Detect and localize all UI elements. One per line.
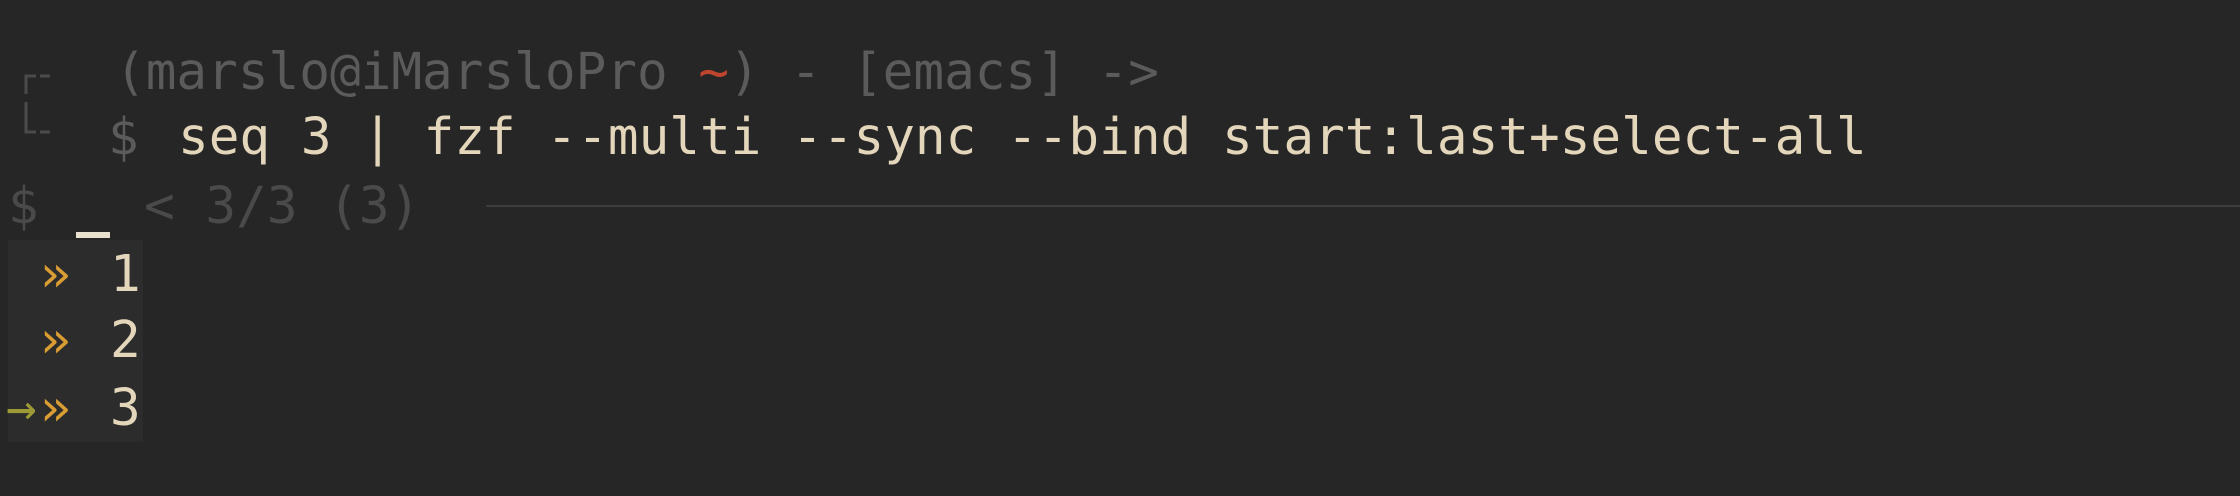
selected-marker-icon: » (40, 310, 71, 370)
prompt-host-info: (marslo@iMarsloPro ~) - [emacs] -> (115, 42, 1160, 102)
shell-command: seq 3 | fzf --multi --sync --bind start:… (178, 107, 1867, 167)
fzf-separator (486, 205, 2240, 207)
fzf-prompt-symbol: $ (8, 176, 39, 236)
selected-marker-icon: » (40, 378, 71, 438)
home-directory-symbol: ~ (698, 42, 730, 102)
terminal-window[interactable]: (marslo@iMarsloPro ~) - [emacs] -> $ seq… (0, 0, 2240, 496)
fzf-query-line[interactable]: $ < 3/3 (3) (0, 172, 2240, 240)
fzf-match-info: < 3/3 (3) (144, 176, 421, 236)
fzf-item-text[interactable]: 1 (110, 249, 141, 300)
selected-marker-icon: » (40, 244, 71, 304)
fzf-item-text[interactable]: 3 (110, 383, 141, 434)
fzf-item-text[interactable]: 2 (110, 315, 141, 366)
bracket-icon (24, 74, 50, 134)
current-pointer-icon: → (6, 378, 37, 438)
fzf-query-cursor[interactable] (76, 232, 110, 238)
shell-dollar-sign: $ (108, 107, 139, 167)
